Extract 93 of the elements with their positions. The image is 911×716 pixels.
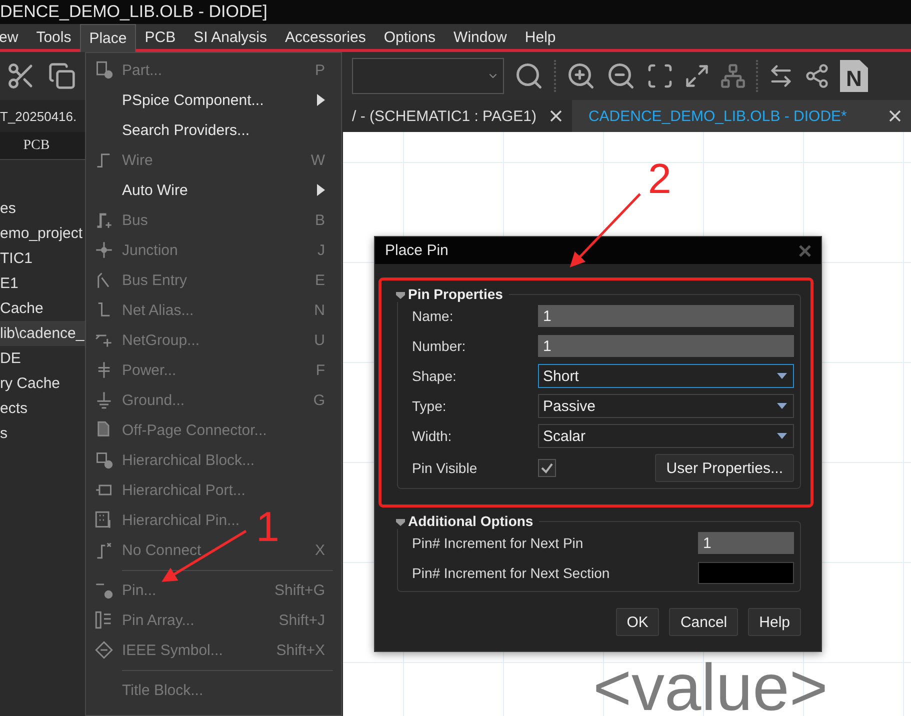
shortcut-label: X: [314, 542, 325, 558]
menu-item[interactable]: Place: [80, 24, 136, 52]
submenu-arrow-icon: [317, 184, 325, 196]
dialog-button[interactable]: OK: [616, 608, 660, 636]
field-label: Pin# Increment for Next Pin: [412, 535, 584, 551]
nodes-icon[interactable]: [804, 63, 830, 89]
group-title: Additional Options: [408, 513, 534, 529]
shortcut-label: W: [310, 152, 325, 168]
shortcut-label: P: [314, 62, 325, 78]
menu-entry[interactable]: Search Providers...: [122, 122, 250, 138]
dialog-title: Place Pin: [385, 242, 448, 259]
menu-item[interactable]: PCB: [136, 24, 185, 49]
field-label: Width:: [412, 428, 453, 444]
tree-item[interactable]: ry Cache: [0, 371, 85, 396]
shortcut-label: E: [314, 272, 325, 288]
field-label: Shape:: [412, 368, 458, 384]
field-label: Number:: [412, 338, 467, 354]
shortcut-label: Shift+J: [278, 612, 325, 628]
submenu-arrow-icon: [317, 94, 325, 106]
diamond-icon: [95, 641, 113, 659]
shortcut-label: N: [314, 302, 325, 318]
annotation-number: 2: [648, 158, 672, 200]
junction-icon: [95, 241, 113, 259]
tree-item[interactable]: s: [0, 421, 85, 446]
collapse-icon[interactable]: [396, 290, 405, 298]
zoom-out-icon[interactable]: [606, 61, 636, 91]
shortcut-label: B: [314, 212, 325, 228]
dropdown[interactable]: Scalar: [538, 424, 794, 448]
grid-icon: [95, 511, 113, 529]
text-field[interactable]: 1: [538, 305, 794, 327]
field-label: Pin# Increment for Next Section: [412, 565, 611, 581]
annotation-number: 1: [256, 506, 280, 548]
dropdown[interactable]: Passive: [538, 394, 794, 418]
tree-item[interactable]: ects: [0, 396, 85, 421]
text-field[interactable]: 1: [538, 335, 794, 357]
menu-item[interactable]: Tools: [27, 24, 80, 49]
field-label: Type:: [412, 398, 448, 414]
no-connect-icon: [95, 541, 113, 559]
notes-button[interactable]: N: [840, 60, 868, 92]
tree-item[interactable]: DE: [0, 346, 85, 371]
part-icon: [95, 61, 113, 79]
pin-array-icon: [95, 611, 113, 629]
shortcut-label: G: [313, 392, 325, 408]
dropdown-arrow-icon: [777, 373, 787, 379]
shortcut-label: Shift+X: [276, 642, 325, 658]
ground-icon: [95, 391, 113, 409]
copy-icon[interactable]: [48, 62, 76, 90]
tree-item[interactable]: E1: [0, 271, 85, 296]
menu-item[interactable]: ew: [0, 24, 28, 49]
panel-tab[interactable]: PCB: [0, 132, 85, 160]
menu-item[interactable]: Accessories: [276, 24, 375, 49]
menu-item[interactable]: Help: [516, 24, 565, 49]
bus-icon: [95, 211, 113, 229]
menu-item[interactable]: Options: [374, 24, 445, 49]
dialog-button[interactable]: Cancel: [669, 608, 738, 636]
menu-entry[interactable]: Auto Wire: [122, 182, 188, 198]
text-field[interactable]: 1: [698, 532, 794, 554]
zoom-fit-icon[interactable]: [646, 62, 674, 90]
dropdown[interactable]: Short: [538, 364, 794, 388]
menu-item[interactable]: SI Analysis: [184, 24, 276, 49]
shortcut-label: J: [318, 242, 325, 258]
shortcut-label: U: [314, 332, 325, 348]
window-title: DENCE_DEMO_LIB.OLB - DIODE]: [0, 2, 268, 22]
dialog-button[interactable]: Help: [748, 608, 801, 636]
tree-item[interactable]: Cache: [0, 296, 85, 321]
menu-entry[interactable]: PSpice Component...: [122, 92, 264, 108]
group-title: Pin Properties: [408, 286, 503, 302]
collapse-icon[interactable]: [396, 516, 405, 526]
field-label: Name:: [412, 308, 454, 324]
tree-item[interactable]: TIC1: [0, 246, 85, 271]
checkbox[interactable]: [538, 459, 556, 477]
field-label: Pin Visible: [412, 460, 478, 476]
search-icon[interactable]: [514, 61, 544, 91]
tree-item[interactable]: emo_project: [0, 221, 85, 246]
text-field[interactable]: [698, 562, 794, 584]
project-tab[interactable]: T_20250416.: [0, 100, 85, 132]
document-tab[interactable]: CADENCE_DEMO_LIB.OLB - DIODE*: [572, 100, 911, 132]
zoom-all-icon[interactable]: [684, 63, 710, 89]
dropdown-arrow-icon: [777, 433, 787, 439]
pin-icon: [95, 581, 113, 599]
dropdown-arrow-icon: [777, 403, 787, 409]
document-tab[interactable]: / - (SCHEMATIC1 : PAGE1): [342, 100, 572, 132]
tree-item[interactable]: es: [0, 196, 85, 221]
block-icon: [95, 451, 113, 469]
shortcut-label: F: [316, 362, 325, 378]
menu-item[interactable]: Window: [444, 24, 516, 49]
tree-item[interactable]: lib\cadence_: [0, 321, 85, 346]
check-icon: [540, 461, 554, 475]
network-icon[interactable]: [720, 63, 746, 89]
shortcut-label: Shift+G: [274, 582, 325, 598]
value-text: <value>: [593, 654, 828, 716]
user-properties-button[interactable]: User Properties...: [655, 454, 794, 482]
zoom-in-icon[interactable]: [566, 61, 596, 91]
